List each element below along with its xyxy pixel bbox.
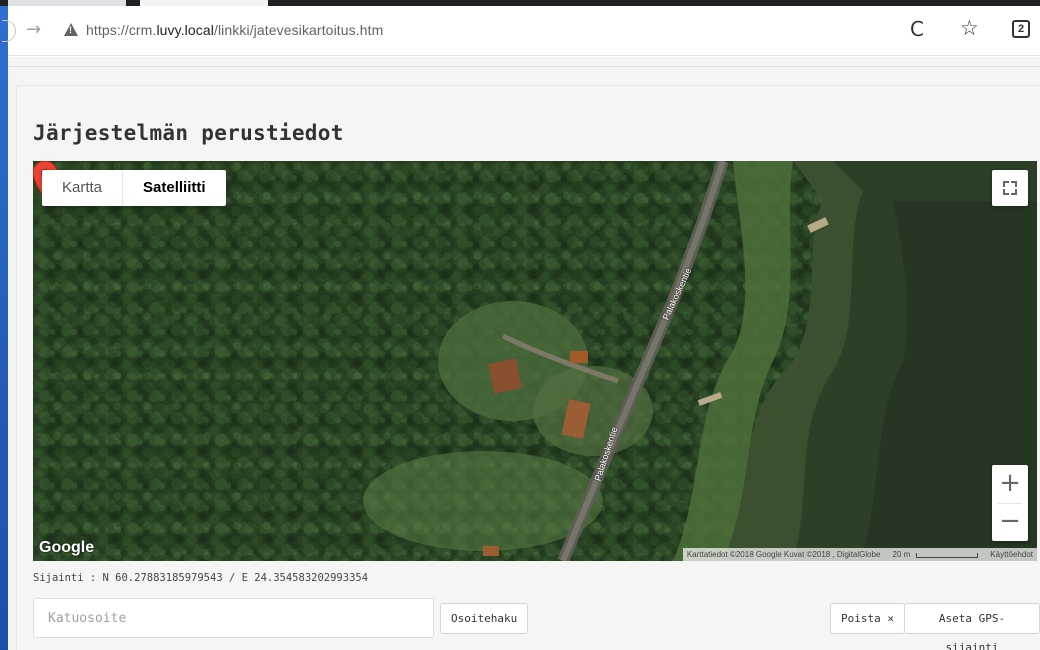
fullscreen-icon[interactable] <box>992 170 1028 206</box>
zoom-control: + − <box>992 465 1028 541</box>
url-prefix: https://crm. <box>86 22 157 38</box>
terms-link[interactable]: Käyttöehdot <box>986 548 1037 561</box>
satellite-imagery <box>33 161 1037 561</box>
satellite-map[interactable]: Palakoskentie Palakoskentie Kartta Satel… <box>33 161 1037 561</box>
page-top-bar <box>8 57 1040 67</box>
address-bar[interactable]: https://crm.luvy.local/linkki/jatevesika… <box>86 22 383 38</box>
attribution-text[interactable]: Karttatiedot ©2018 Google Kuvat ©2018 , … <box>683 548 885 561</box>
url-path: /linkki/jatevesikartoitus.htm <box>213 22 384 38</box>
zoom-in-button[interactable]: + <box>992 465 1028 503</box>
not-secure-warning-icon[interactable] <box>64 23 78 36</box>
page-title: Järjestelmän perustiedot <box>33 121 344 145</box>
url-domain: luvy.local <box>156 22 214 38</box>
map-type-satellite-button[interactable]: Satelliitti <box>122 170 226 206</box>
map-attribution: Karttatiedot ©2018 Google Kuvat ©2018 , … <box>682 548 1037 561</box>
desktop-edge <box>0 0 8 650</box>
address-search-button[interactable]: Osoitehaku <box>440 603 529 634</box>
zoom-out-button[interactable]: − <box>992 503 1028 541</box>
scale-bar[interactable]: 20 m <box>885 548 987 561</box>
map-type-control: Kartta Satelliitti <box>42 170 226 206</box>
bookmark-star-icon[interactable]: ☆ <box>960 16 979 40</box>
page-content: Järjestelmän perustiedot Palakoskentie P… <box>8 57 1040 650</box>
reload-icon[interactable]: C <box>910 17 924 41</box>
set-gps-location-button[interactable]: Aseta GPS-sijainti <box>904 603 1040 650</box>
back-button[interactable] <box>2 20 16 42</box>
browser-toolbar: → https://crm.luvy.local/linkki/jatevesi… <box>2 6 1040 56</box>
forward-icon[interactable]: → <box>26 19 41 40</box>
location-coordinates: Sijainti : N 60.27883185979543 / E 24.35… <box>33 572 369 584</box>
tab-count-button[interactable]: 2 <box>1012 20 1030 38</box>
map-type-map-button[interactable]: Kartta <box>42 170 122 206</box>
remove-location-button[interactable]: Poista × <box>830 603 905 634</box>
google-logo[interactable]: Google <box>39 539 94 557</box>
street-address-input[interactable] <box>33 598 434 638</box>
